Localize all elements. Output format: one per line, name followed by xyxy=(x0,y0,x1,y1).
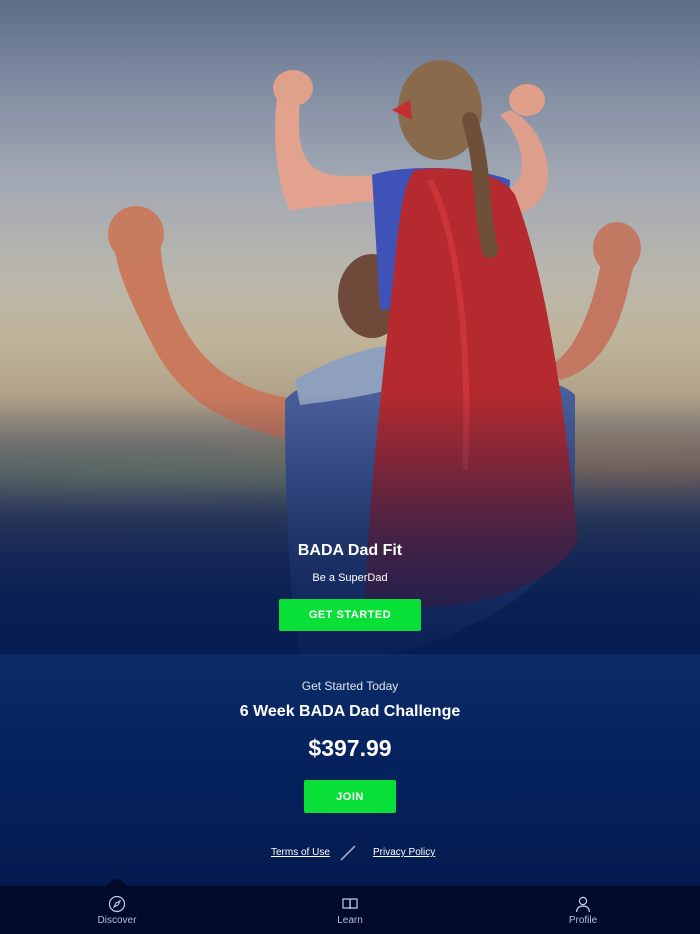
dad-left-fist xyxy=(108,206,164,262)
offer-section: Get Started Today 6 Week BADA Dad Challe… xyxy=(0,654,700,886)
offer-kicker: Get Started Today xyxy=(301,679,399,693)
get-started-button[interactable]: GET STARTED xyxy=(279,599,421,631)
tab-profile[interactable]: Profile xyxy=(523,886,643,934)
tab-discover[interactable]: Discover xyxy=(57,886,177,934)
offer-title: 6 Week BADA Dad Challenge xyxy=(239,703,461,720)
divider-slash-icon xyxy=(340,845,356,861)
dad-right-fist xyxy=(593,222,641,274)
join-button[interactable]: JOIN xyxy=(304,780,396,813)
offer-price: $397.99 xyxy=(308,735,392,761)
girl-left-fist xyxy=(273,70,313,106)
person-icon xyxy=(575,896,591,913)
girl-left-arm xyxy=(275,90,380,210)
legal-links: Terms of Use Privacy Policy xyxy=(0,843,700,865)
bottom-tab-bar: Discover Learn Profile xyxy=(0,879,700,934)
privacy-policy-link[interactable]: Privacy Policy xyxy=(373,847,435,858)
compass-icon xyxy=(108,895,126,913)
hero-title: BADA Dad Fit xyxy=(297,542,403,559)
tab-learn-label: Learn xyxy=(337,915,363,926)
book-icon xyxy=(342,898,358,910)
hero-banner: BADA Dad Fit Be a SuperDad GET STARTED xyxy=(0,0,700,654)
girl-right-fist xyxy=(509,84,545,116)
tab-discover-label: Discover xyxy=(97,915,137,926)
tab-profile-label: Profile xyxy=(568,915,598,926)
hero-subtitle: Be a SuperDad xyxy=(312,572,388,584)
tab-learn[interactable]: Learn xyxy=(290,886,410,934)
dad-left-arm xyxy=(114,230,300,440)
terms-of-use-link[interactable]: Terms of Use xyxy=(271,847,330,858)
